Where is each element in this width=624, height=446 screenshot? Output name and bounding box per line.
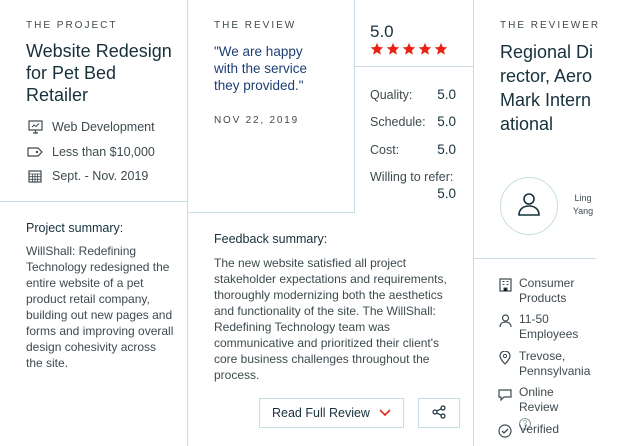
budget-text: Less than $10,000 (52, 145, 155, 159)
review-eyebrow: THE REVIEW (214, 20, 297, 31)
monitor-icon (26, 118, 44, 136)
check-circle-icon (497, 423, 513, 439)
feedback-summary-label: Feedback summary: (214, 232, 328, 246)
budget: Less than $10,000 (26, 143, 155, 161)
reviewer-name: Ling Yang (568, 192, 598, 218)
star-icon (402, 42, 416, 55)
review-date: NOV 22, 2019 (214, 115, 299, 126)
feedback-summary-text: The new website satisfied all project st… (214, 256, 447, 382)
overall-score: 5.0 (370, 22, 394, 41)
project-title: Website Redesign for Pet Bed Retailer (26, 41, 172, 105)
score-divider (354, 66, 473, 67)
price-tag-icon (26, 143, 44, 161)
reviewer-eyebrow: THE REVIEWER (500, 20, 601, 31)
user-icon (497, 313, 513, 329)
service-type-text: Web Development (52, 120, 155, 134)
cost-value: 5.0 (437, 142, 456, 157)
share-icon (432, 404, 446, 422)
quality-label: Quality: (370, 88, 413, 102)
reviewer-section-divider (474, 258, 596, 259)
star-rating (370, 42, 448, 56)
reviewer-first-name: Ling (574, 193, 592, 203)
project-dates-text: Sept. - Nov. 2019 (52, 169, 149, 183)
share-button[interactable] (418, 398, 460, 428)
star-icon (418, 42, 432, 55)
calendar-icon (26, 167, 44, 185)
cost-label: Cost: (370, 143, 400, 157)
location-pin-icon (497, 350, 513, 366)
reviewer-title: Regional Director, AeroMark Internationa… (500, 42, 594, 134)
chat-bubble-icon (497, 386, 513, 402)
project-summary-label: Project summary: (26, 221, 124, 235)
refer-label: Willing to refer: (370, 170, 454, 184)
refer-value: 5.0 (437, 186, 456, 201)
read-full-review-label: Read Full Review (272, 406, 370, 420)
star-icon (370, 42, 384, 55)
industry-text: Consumer Products (519, 276, 575, 305)
column-divider-2 (473, 0, 474, 446)
review-section-divider (188, 212, 354, 213)
reviewer-location: Trevose, Pennsylvania (497, 349, 595, 379)
reviewer-last-name: Yang (572, 206, 594, 216)
company-size-text: 11-50 Employees (519, 312, 579, 341)
project-section-divider (0, 201, 187, 202)
read-full-review-button[interactable]: Read Full Review (259, 398, 404, 428)
review-source-label: Online Review (519, 385, 559, 414)
schedule-value: 5.0 (437, 114, 456, 129)
building-icon (497, 277, 513, 293)
star-icon (434, 42, 448, 55)
user-avatar-icon (516, 191, 542, 222)
verified-status: Verified (497, 422, 595, 439)
schedule-label: Schedule: (370, 115, 426, 129)
review-quote: "We are happy with the service they prov… (214, 44, 308, 93)
verified-text: Verified (519, 422, 560, 436)
star-icon (386, 42, 400, 55)
location-text: Trevose, Pennsylvania (519, 349, 591, 378)
reviewer-industry: Consumer Products (497, 276, 595, 306)
project-dates: Sept. - Nov. 2019 (26, 167, 148, 185)
avatar (500, 177, 558, 235)
chevron-down-icon (379, 406, 391, 420)
service-type: Web Development (26, 118, 155, 136)
column-divider-1 (187, 0, 188, 446)
project-eyebrow: THE PROJECT (26, 20, 118, 31)
quality-value: 5.0 (437, 87, 456, 102)
project-summary-text: WillShall: Redefining Technology redesig… (26, 244, 174, 370)
reviewer-company-size: 11-50 Employees (497, 312, 595, 342)
ratings-divider (354, 0, 355, 213)
